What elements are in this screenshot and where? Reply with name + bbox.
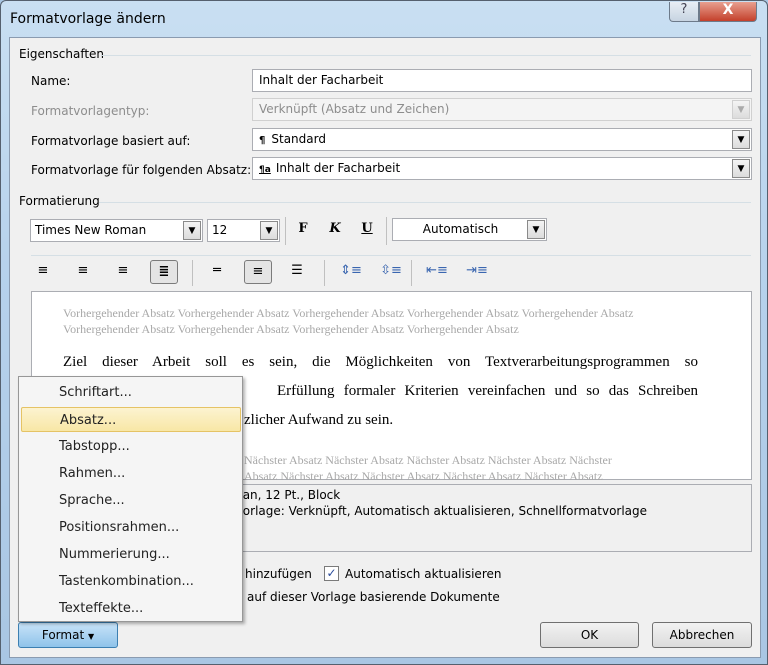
paragraph-style-icon: ¶ bbox=[259, 135, 266, 146]
name-label: Name: bbox=[31, 74, 71, 88]
preview-next-paragraph: Absatz Nächster Absatz Nächster Absatz N… bbox=[244, 469, 603, 483]
description-line: man, 12 Pt., Block bbox=[231, 488, 341, 502]
separator bbox=[192, 260, 193, 286]
linked-style-icon: ¶a bbox=[259, 165, 271, 175]
separator bbox=[324, 260, 325, 286]
auto-update-checkbox[interactable]: ✓ bbox=[324, 566, 339, 581]
increase-indent-icon[interactable]: ⇥≡ bbox=[463, 260, 491, 284]
description-line: tvorlage: Verknüpft, Automatisch aktuali… bbox=[231, 504, 648, 518]
type-select: Verknüpft (Absatz und Zeichen) ▼ bbox=[252, 98, 752, 121]
separator bbox=[411, 260, 412, 286]
menu-item-border[interactable]: Rahmen... bbox=[21, 461, 241, 486]
preview-line: zlicher Aufwand zu sein. bbox=[244, 412, 394, 428]
single-spacing-icon[interactable]: ═ bbox=[203, 260, 231, 284]
menu-item-tabs[interactable]: Tabstopp... bbox=[21, 434, 241, 459]
chevron-down-icon[interactable]: ▼ bbox=[183, 221, 201, 240]
based-on-label: Formatvorlage basiert auf: bbox=[31, 134, 191, 148]
menu-item-language[interactable]: Sprache... bbox=[21, 488, 241, 513]
format-label: Format bbox=[41, 628, 85, 642]
next-style-value: Inhalt der Facharbeit bbox=[275, 161, 401, 175]
bold-button[interactable]: F bbox=[289, 218, 317, 242]
one-half-spacing-icon[interactable]: ≡ bbox=[244, 260, 272, 284]
formatting-heading: Formatierung bbox=[19, 194, 100, 208]
dialog-window: Formatvorlage ändern ? X Eigenschaften N… bbox=[0, 0, 768, 665]
preview-line: Erfüllung formaler Kriterien vereinfache… bbox=[277, 383, 698, 399]
size-value: 12 bbox=[212, 223, 228, 237]
font-color-select[interactable]: Automatisch ▼ bbox=[392, 218, 547, 241]
italic-button[interactable]: K bbox=[321, 218, 349, 242]
divider bbox=[99, 202, 751, 203]
menu-item-frame[interactable]: Positionsrahmen... bbox=[21, 515, 241, 540]
ok-button[interactable]: OK bbox=[540, 622, 639, 648]
align-right-icon[interactable]: ≡ bbox=[109, 260, 137, 284]
cancel-button[interactable]: Abbrechen bbox=[652, 622, 752, 648]
chevron-down-icon[interactable]: ▼ bbox=[732, 130, 750, 149]
preview-line: Ziel dieser Arbeit soll es sein, die Mög… bbox=[63, 354, 698, 370]
divider bbox=[101, 55, 751, 56]
underline-button[interactable]: U bbox=[353, 218, 381, 242]
type-label: Formatvorlagentyp: bbox=[31, 104, 150, 118]
window-title: Formatvorlage ändern bbox=[10, 11, 166, 27]
justify-icon[interactable]: ≣ bbox=[150, 260, 178, 284]
properties-heading: Eigenschaften bbox=[19, 47, 105, 61]
chevron-down-icon[interactable]: ▼ bbox=[527, 220, 545, 239]
chevron-down-icon[interactable]: ▼ bbox=[260, 221, 278, 240]
auto-update-label[interactable]: Automatisch aktualisieren bbox=[345, 567, 501, 581]
name-input[interactable]: Inhalt der Facharbeit bbox=[252, 69, 752, 92]
font-select[interactable]: Times New Roman ▼ bbox=[30, 219, 203, 242]
preview-previous-paragraph: Vorhergehender Absatz Vorhergehender Abs… bbox=[63, 306, 634, 336]
next-style-select[interactable]: ¶a Inhalt der Facharbeit ▼ bbox=[252, 157, 752, 180]
decrease-spacing-icon[interactable]: ⇳≡ bbox=[377, 260, 405, 284]
close-button[interactable]: X bbox=[699, 2, 757, 22]
dropdown-arrow-icon: ▼ bbox=[87, 632, 95, 641]
font-color-value: Automatisch bbox=[422, 222, 499, 236]
format-button[interactable]: Format ▼ bbox=[18, 622, 118, 648]
font-value: Times New Roman bbox=[35, 223, 147, 237]
chevron-down-icon[interactable]: ▼ bbox=[732, 159, 750, 178]
based-on-select[interactable]: ¶ Standard ▼ bbox=[252, 128, 752, 151]
new-documents-label[interactable]: auf dieser Vorlage basierende Dokumente bbox=[247, 590, 500, 604]
decrease-indent-icon[interactable]: ⇤≡ bbox=[423, 260, 451, 284]
based-on-value: Standard bbox=[271, 132, 326, 146]
help-button[interactable]: ? bbox=[669, 2, 699, 22]
increase-spacing-icon[interactable]: ⇕≡ bbox=[337, 260, 365, 284]
menu-item-numbering[interactable]: Nummerierung... bbox=[21, 542, 241, 567]
separator bbox=[386, 217, 387, 245]
double-spacing-icon[interactable]: ☰ bbox=[283, 260, 311, 284]
divider bbox=[31, 255, 751, 256]
menu-item-paragraph[interactable]: Absatz... bbox=[21, 407, 241, 432]
menu-item-text-effects[interactable]: Texteffekte... bbox=[21, 596, 241, 621]
format-menu: Schriftart... Absatz... Tabstopp... Rahm… bbox=[18, 376, 243, 622]
separator bbox=[285, 217, 286, 245]
size-select[interactable]: 12 ▼ bbox=[207, 219, 280, 242]
align-center-icon[interactable]: ≡ bbox=[69, 260, 97, 284]
align-left-icon[interactable]: ≡ bbox=[29, 260, 57, 284]
chevron-down-icon: ▼ bbox=[732, 100, 750, 119]
menu-item-font[interactable]: Schriftart... bbox=[21, 380, 241, 405]
menu-item-shortcut[interactable]: Tastenkombination... bbox=[21, 569, 241, 594]
add-to-gallery-label[interactable]: hinzufügen bbox=[245, 567, 312, 581]
preview-next-paragraph: Nächster Absatz Nächster Absatz Nächster… bbox=[244, 453, 612, 467]
type-value: Verknüpft (Absatz und Zeichen) bbox=[259, 102, 450, 116]
next-style-label: Formatvorlage für folgenden Absatz: bbox=[31, 163, 252, 177]
